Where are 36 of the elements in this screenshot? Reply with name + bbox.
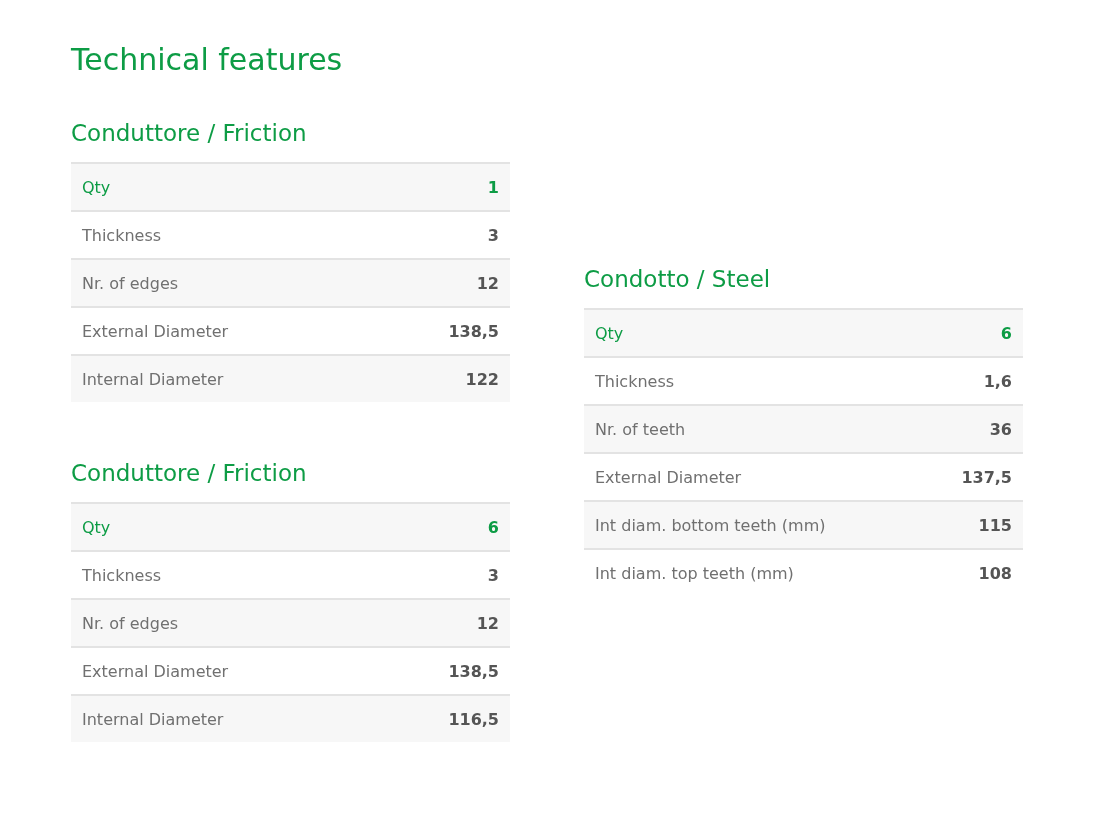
spec-value: 115 bbox=[978, 515, 1012, 535]
spec-value: 3 bbox=[487, 565, 499, 585]
spec-value: 6 bbox=[487, 517, 499, 537]
spec-label: Qty bbox=[82, 177, 111, 197]
spec-value: 3 bbox=[487, 225, 499, 245]
section-heading: Conduttore / Friction bbox=[71, 119, 308, 148]
section-heading: Conduttore / Friction bbox=[71, 459, 308, 488]
spec-label: Thickness bbox=[82, 565, 162, 585]
spec-value: 138,5 bbox=[448, 321, 499, 341]
spec-label: Nr. of teeth bbox=[595, 419, 686, 439]
spec-label: External Diameter bbox=[82, 321, 229, 341]
spec-value: 12 bbox=[476, 613, 499, 633]
spec-value: 36 bbox=[989, 419, 1012, 439]
spec-value: 1,6 bbox=[983, 371, 1012, 391]
spec-value: 137,5 bbox=[961, 467, 1012, 487]
spec-value: 12 bbox=[476, 273, 499, 293]
spec-label: Internal Diameter bbox=[82, 709, 224, 729]
spec-value: 1 bbox=[487, 177, 499, 197]
spec-label: External Diameter bbox=[82, 661, 229, 681]
spec-label: External Diameter bbox=[595, 467, 742, 487]
spec-label: Thickness bbox=[82, 225, 162, 245]
spec-label: Thickness bbox=[595, 371, 675, 391]
spec-label: Nr. of edges bbox=[82, 613, 179, 633]
spec-value: 122 bbox=[465, 369, 499, 389]
spec-value: 116,5 bbox=[448, 709, 499, 729]
spec-label: Internal Diameter bbox=[82, 369, 224, 389]
spec-label: Qty bbox=[82, 517, 111, 537]
page-title: Technical features bbox=[71, 41, 344, 79]
spec-label: Int diam. bottom teeth (mm) bbox=[595, 515, 826, 535]
spec-label: Qty bbox=[595, 323, 624, 343]
spec-value: 138,5 bbox=[448, 661, 499, 681]
spec-value: 6 bbox=[1000, 323, 1012, 343]
spec-label: Nr. of edges bbox=[82, 273, 179, 293]
spec-label: Int diam. top teeth (mm) bbox=[595, 563, 794, 583]
section-heading: Condotto / Steel bbox=[584, 265, 772, 294]
spec-value: 108 bbox=[978, 563, 1012, 583]
